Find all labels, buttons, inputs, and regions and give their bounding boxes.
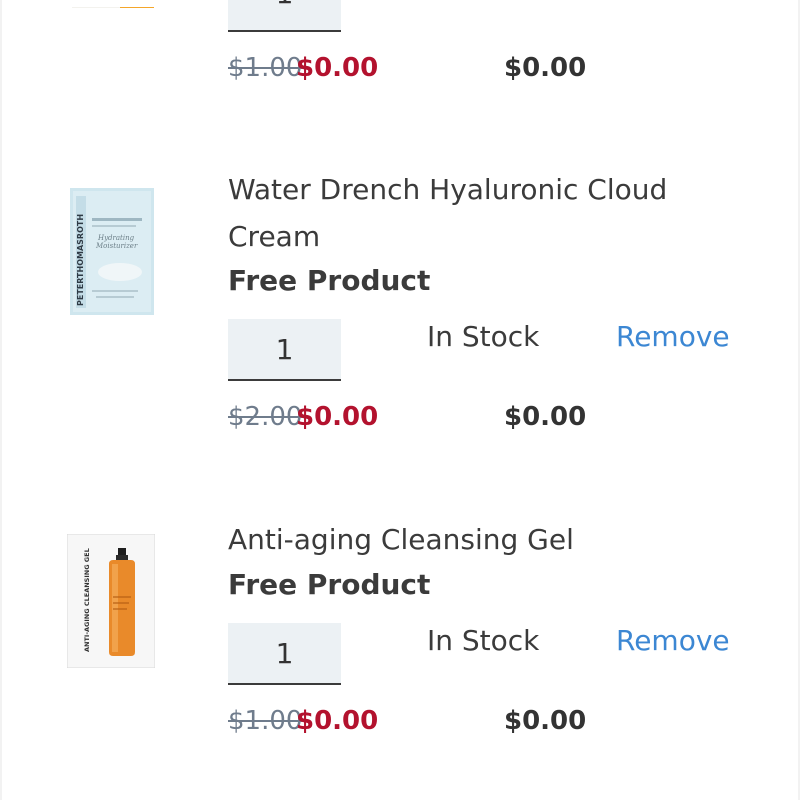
original-price: $1.00 — [228, 706, 303, 736]
svg-text:Moisturizer: Moisturizer — [95, 242, 138, 250]
quantity-value: 1 — [276, 0, 294, 10]
svg-text:PETERTHOMASROTH: PETERTHOMASROTH — [76, 214, 85, 306]
free-product-label: Free Product — [228, 568, 431, 601]
original-price: $1.00 — [228, 53, 303, 83]
product-name[interactable]: Anti-aging Cleansing Gel — [228, 516, 708, 563]
line-total: $0.00 — [504, 53, 587, 83]
page-edge-left — [0, 0, 2, 800]
original-price: $2.00 — [228, 402, 303, 432]
sale-price: $0.00 — [296, 53, 379, 83]
product-name[interactable]: Water Drench Hyaluronic Cloud Cream — [228, 166, 708, 260]
stock-status: In Stock — [427, 320, 540, 353]
product-thumbnail[interactable]: ANTI-AGING CLEANSING GEL — [67, 534, 155, 668]
quantity-value: 1 — [275, 636, 294, 670]
stock-status: In Stock — [427, 624, 540, 657]
sale-price: $0.00 — [296, 402, 379, 432]
quantity-input[interactable]: 1 — [228, 319, 341, 381]
sale-price: $0.00 — [296, 706, 379, 736]
product-thumbnail[interactable]: PETERTHOMASROTH Hydrating Moisturizer — [70, 188, 154, 315]
product-thumbnail[interactable] — [72, 0, 154, 8]
cart-page: 1 $1.00 $0.00 $0.00 PETERTHOMASROTH Hydr… — [0, 0, 800, 800]
svg-text:Hydrating: Hydrating — [97, 234, 135, 242]
free-product-label: Free Product — [228, 264, 431, 297]
line-total: $0.00 — [504, 706, 587, 736]
product-name-line1: Water Drench Hyaluronic Cloud — [228, 173, 668, 206]
line-total: $0.00 — [504, 402, 587, 432]
quantity-input[interactable]: 1 — [228, 0, 341, 32]
remove-link[interactable]: Remove — [616, 320, 730, 353]
product-name-line2: Cream — [228, 220, 321, 253]
svg-text:ANTI-AGING CLEANSING GEL: ANTI-AGING CLEANSING GEL — [83, 548, 91, 652]
remove-link[interactable]: Remove — [616, 624, 730, 657]
quantity-input[interactable]: 1 — [228, 623, 341, 685]
quantity-value: 1 — [275, 332, 294, 366]
